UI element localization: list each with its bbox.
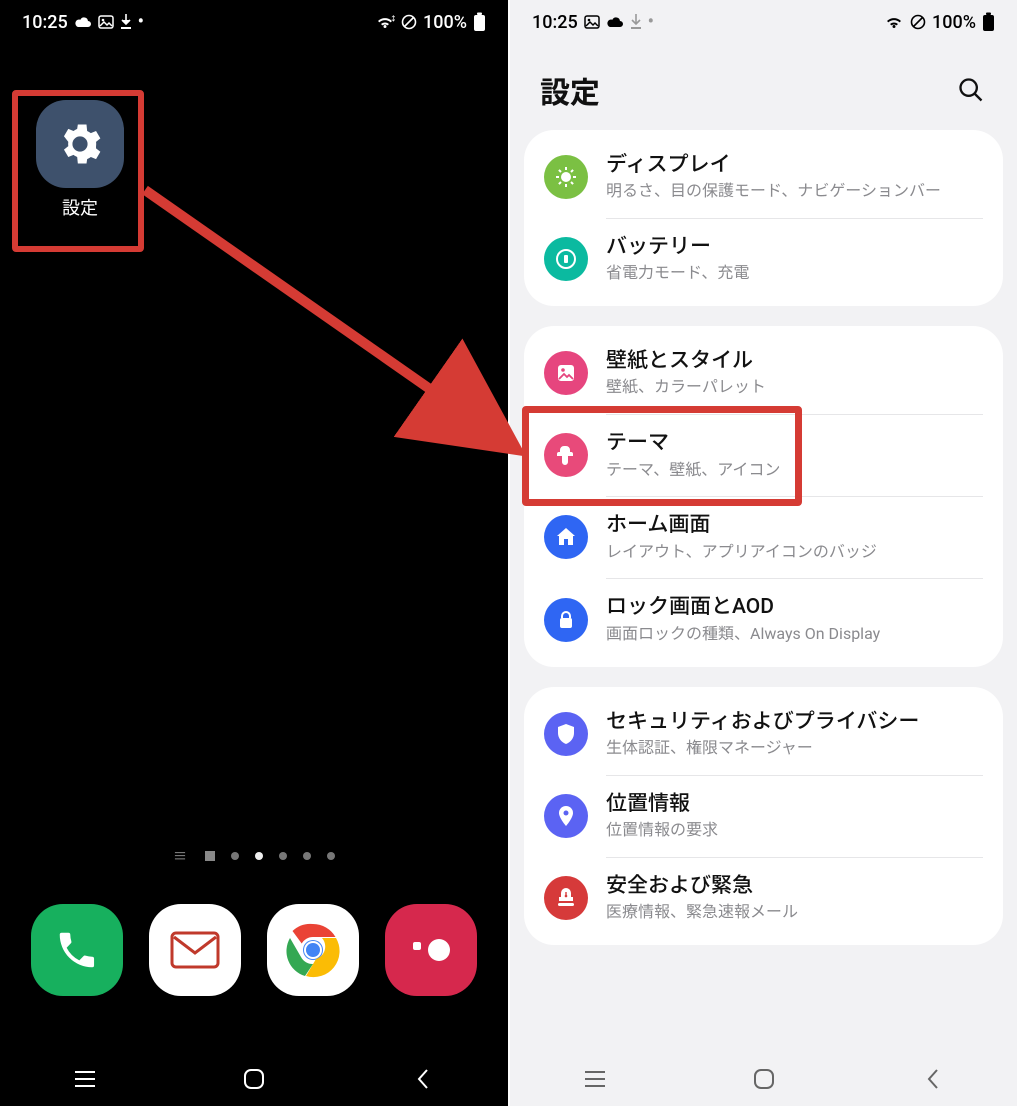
chrome-app-icon[interactable] xyxy=(267,904,359,996)
nav-home[interactable] xyxy=(704,1068,824,1090)
item-subtitle: 壁紙、カラーパレット xyxy=(606,377,983,398)
cloud-icon xyxy=(74,15,92,29)
statusbar-right: 10:25 • 100% xyxy=(510,0,1017,40)
pager-dot xyxy=(279,852,287,860)
display-icon xyxy=(544,155,588,199)
settings-item-lock[interactable]: ロック画面とAOD 画面ロックの種類、Always On Display xyxy=(524,578,1003,660)
item-subtitle: レイアウト、アプリアイコンのバッジ xyxy=(606,542,983,563)
nav-recents[interactable] xyxy=(25,1070,145,1088)
settings-group: ディスプレイ明るさ、目の保護モード、ナビゲーションバーバッテリー省電力モード、充… xyxy=(524,130,1003,306)
settings-group: セキュリティおよびプライバシー生体認証、権限マネージャー位置情報位置情報の要求安… xyxy=(524,687,1003,945)
page-indicator[interactable]: ≡ xyxy=(0,846,508,866)
item-text: 安全および緊急医療情報、緊急速報メール xyxy=(606,873,983,923)
item-subtitle: 医療情報、緊急速報メール xyxy=(606,902,983,923)
download-icon xyxy=(120,14,132,30)
wifi-icon xyxy=(884,14,904,30)
item-text: ディスプレイ明るさ、目の保護モード、ナビゲーションバー xyxy=(606,152,983,202)
camera-app-icon[interactable] xyxy=(385,904,477,996)
item-text: テーマテーマ、壁紙、アイコン xyxy=(606,430,983,480)
item-title: テーマ xyxy=(606,430,983,457)
nav-back[interactable] xyxy=(363,1068,483,1090)
item-title: バッテリー xyxy=(606,234,983,261)
pager-menu-icon: ≡ xyxy=(173,846,189,866)
pager-dot xyxy=(303,852,311,860)
item-subtitle: テーマ、壁紙、アイコン xyxy=(606,460,983,481)
status-time: 10:25 xyxy=(22,12,68,33)
settings-item-battery[interactable]: バッテリー省電力モード、充電 xyxy=(524,218,1003,300)
item-text: 位置情報位置情報の要求 xyxy=(606,791,983,841)
pager-dot xyxy=(327,852,335,860)
settings-screen: 10:25 • 100% xyxy=(508,0,1017,1106)
status-time: 10:25 xyxy=(532,12,578,33)
battery-icon xyxy=(544,237,588,281)
item-text: バッテリー省電力モード、充電 xyxy=(606,234,983,284)
settings-item-location[interactable]: 位置情報位置情報の要求 xyxy=(524,775,1003,857)
item-text: 壁紙とスタイル壁紙、カラーパレット xyxy=(606,348,983,398)
lock-icon xyxy=(544,598,588,642)
no-signal-icon xyxy=(401,14,417,30)
page-title: 設定 xyxy=(540,68,600,112)
dock xyxy=(0,904,508,996)
status-battery-text: 100% xyxy=(932,12,976,33)
settings-header: 設定 xyxy=(510,40,1017,130)
pager-dot xyxy=(231,852,239,860)
item-subtitle: 省電力モード、充電 xyxy=(606,263,983,284)
settings-group: 壁紙とスタイル壁紙、カラーパレットテーマテーマ、壁紙、アイコンホーム画面レイアウ… xyxy=(524,326,1003,666)
emergency-icon xyxy=(544,876,588,920)
settings-item-wallpaper[interactable]: 壁紙とスタイル壁紙、カラーパレット xyxy=(524,332,1003,414)
home-icon xyxy=(544,515,588,559)
statusbar-left: 10:25 • ↕ 100% xyxy=(0,0,508,40)
image-icon xyxy=(584,15,600,29)
navbar-left xyxy=(0,1056,508,1106)
settings-item-shield[interactable]: セキュリティおよびプライバシー生体認証、権限マネージャー xyxy=(524,693,1003,775)
battery-icon xyxy=(473,12,486,32)
home-screen: 10:25 • ↕ 100% xyxy=(0,0,508,1106)
image-icon xyxy=(98,15,114,29)
status-battery-text: 100% xyxy=(423,12,467,33)
item-subtitle: 生体認証、権限マネージャー xyxy=(606,738,983,759)
shield-icon xyxy=(544,712,588,756)
nav-back[interactable] xyxy=(873,1068,993,1090)
battery-icon xyxy=(982,12,995,32)
item-subtitle: 明るさ、目の保護モード、ナビゲーションバー xyxy=(606,181,983,202)
settings-item-theme[interactable]: テーマテーマ、壁紙、アイコン xyxy=(524,414,1003,496)
home-body: 設定 ≡ xyxy=(0,40,508,1056)
settings-item-emergency[interactable]: 安全および緊急医療情報、緊急速報メール xyxy=(524,857,1003,939)
item-text: セキュリティおよびプライバシー生体認証、権限マネージャー xyxy=(606,709,983,759)
settings-item-display[interactable]: ディスプレイ明るさ、目の保護モード、ナビゲーションバー xyxy=(524,136,1003,218)
item-text: ロック画面とAOD 画面ロックの種類、Always On Display xyxy=(606,594,983,644)
item-title: 安全および緊急 xyxy=(606,873,983,900)
settings-list[interactable]: ディスプレイ明るさ、目の保護モード、ナビゲーションバーバッテリー省電力モード、充… xyxy=(510,130,1017,1056)
nav-home[interactable] xyxy=(194,1068,314,1090)
mail-app-icon[interactable] xyxy=(149,904,241,996)
item-title: ロック画面とAOD xyxy=(606,594,983,621)
settings-item-home[interactable]: ホーム画面レイアウト、アプリアイコンのバッジ xyxy=(524,496,1003,578)
search-icon xyxy=(957,76,985,104)
item-subtitle: 位置情報の要求 xyxy=(606,820,983,841)
item-subtitle: 画面ロックの種類、Always On Display xyxy=(606,624,983,645)
item-text: ホーム画面レイアウト、アプリアイコンのバッジ xyxy=(606,512,983,562)
svg-text:↕: ↕ xyxy=(390,15,395,23)
gear-icon xyxy=(36,100,124,188)
search-button[interactable] xyxy=(955,74,987,106)
navbar-right xyxy=(510,1056,1017,1106)
item-title: ホーム画面 xyxy=(606,512,983,539)
no-signal-icon xyxy=(910,14,926,30)
pager-dot-active xyxy=(255,852,263,860)
app-label: 設定 xyxy=(20,194,140,220)
pager-home-icon xyxy=(205,851,215,861)
download-icon xyxy=(630,14,642,30)
cloud-icon xyxy=(606,15,624,29)
item-title: セキュリティおよびプライバシー xyxy=(606,709,983,736)
location-icon xyxy=(544,794,588,838)
item-title: 壁紙とスタイル xyxy=(606,348,983,375)
item-title: ディスプレイ xyxy=(606,152,983,179)
wifi-icon: ↕ xyxy=(375,14,395,30)
app-settings[interactable]: 設定 xyxy=(20,100,140,220)
phone-app-icon[interactable] xyxy=(31,904,123,996)
theme-icon xyxy=(544,433,588,477)
nav-recents[interactable] xyxy=(535,1070,655,1088)
wallpaper-icon xyxy=(544,351,588,395)
item-title: 位置情報 xyxy=(606,791,983,818)
